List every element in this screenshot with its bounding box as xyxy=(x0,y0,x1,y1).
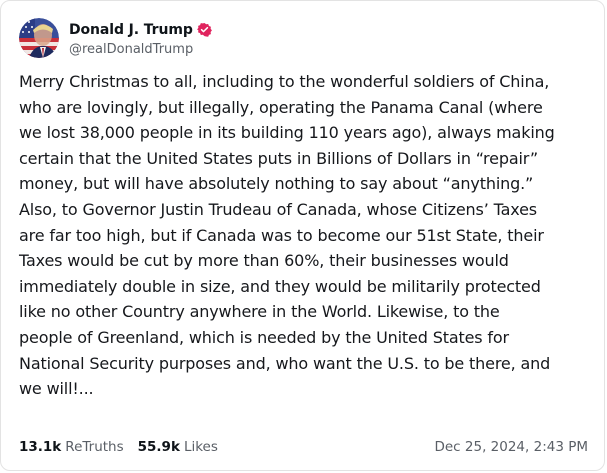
post-header: Donald J. Trump @realDonaldTrump xyxy=(19,15,212,61)
profile-photo-flag-icon xyxy=(19,18,59,58)
post-text-line: people of Greenland, which is needed by … xyxy=(19,327,509,347)
post-footer: 13.1k ReTruths 55.9k Likes Dec 25, 2024,… xyxy=(19,437,588,457)
likes-label: Likes xyxy=(183,439,218,455)
verified-badge-icon xyxy=(196,22,212,37)
likes-stat[interactable]: 55.9k Likes xyxy=(138,439,218,455)
post-card: Donald J. Trump @realDonaldTrump Merry C… xyxy=(0,0,605,471)
post-text-line: Merry Christmas to all, including to the… xyxy=(19,72,550,91)
author-display-name[interactable]: Donald J. Trump xyxy=(69,22,193,38)
post-text-line: are far too high, but if Canada was to b… xyxy=(19,225,544,245)
avatar[interactable] xyxy=(19,18,59,58)
post-body: Merry Christmas to all, including to the… xyxy=(19,69,605,402)
post-text-line: we lost 38,000 people in its building 11… xyxy=(19,123,555,143)
post-text-line: money, but will have absolutely nothing … xyxy=(19,174,534,194)
post-text-line: we will!... xyxy=(19,379,94,399)
post-text-line: who are lovingly, but illegally, operati… xyxy=(19,97,543,117)
retruths-stat[interactable]: 13.1k ReTruths xyxy=(19,439,124,455)
post-text-line: Also, to Governor Justin Trudeau of Cana… xyxy=(19,199,537,219)
post-text-line: National Security purposes and, who want… xyxy=(19,353,551,373)
post-timestamp[interactable]: Dec 25, 2024, 2:43 PM xyxy=(434,439,588,455)
retruths-label: ReTruths xyxy=(65,439,124,455)
post-text-line: Taxes would be cut by more than 60%, the… xyxy=(19,251,509,271)
author-handle[interactable]: @realDonaldTrump xyxy=(69,42,212,57)
post-text-line: immediately double in size, and they wou… xyxy=(19,276,541,296)
name-row: Donald J. Trump xyxy=(69,20,212,40)
post-text-line: like no other Country anywhere in the Wo… xyxy=(19,302,500,322)
retruths-count: 13.1k xyxy=(19,439,62,455)
author-names: Donald J. Trump @realDonaldTrump xyxy=(69,20,212,57)
likes-count: 55.9k xyxy=(137,439,180,455)
post-text-line: certain that the United States puts in B… xyxy=(19,148,539,168)
